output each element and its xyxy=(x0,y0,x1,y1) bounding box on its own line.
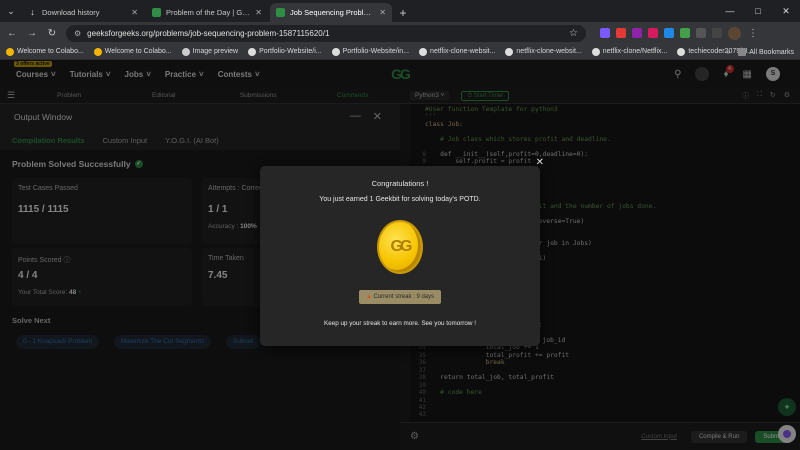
bookmark-item[interactable]: netflix-clone-websit... xyxy=(505,47,582,56)
profile-avatar[interactable] xyxy=(728,26,741,40)
gfg-coin-logo: GG xyxy=(390,238,413,255)
tab-download-history[interactable]: ↓ Download history ✕ xyxy=(22,3,144,22)
maximize-icon[interactable]: □ xyxy=(744,0,772,22)
close-icon[interactable]: ✕ xyxy=(536,157,544,168)
all-bookmarks-label: All Bookmarks xyxy=(749,48,794,56)
colab-icon xyxy=(93,47,102,56)
bookmark-item[interactable]: Welcome to Colabo... xyxy=(93,47,172,56)
site-info-icon[interactable]: ⚙ xyxy=(74,29,81,38)
back-icon[interactable]: ← xyxy=(6,28,18,39)
bookmark-item[interactable]: netflix-clone/Netflix... xyxy=(591,47,668,56)
tab-potd[interactable]: Problem of the Day | GeeksforG ✕ xyxy=(146,3,268,22)
bookmark-label: Welcome to Colabo... xyxy=(17,48,84,55)
bookmark-label: netflix-clone/Netflix... xyxy=(602,48,668,55)
tab-label: Problem of the Day | GeeksforG xyxy=(166,8,251,17)
github-icon xyxy=(505,47,514,56)
extension-icon[interactable] xyxy=(648,28,658,38)
extension-icon[interactable] xyxy=(680,28,690,38)
colab-icon xyxy=(6,47,14,56)
github-icon xyxy=(677,47,686,56)
close-icon[interactable]: ✕ xyxy=(255,8,262,17)
bookmark-item[interactable]: netflix-clone-websit... xyxy=(419,47,496,56)
tab-search-icon[interactable]: ⌄ xyxy=(0,0,22,22)
close-window-icon[interactable]: ✕ xyxy=(772,0,800,22)
url-field[interactable]: ⚙ geeksforgeeks.org/problems/job-sequenc… xyxy=(66,24,586,42)
download-icon[interactable] xyxy=(712,28,722,38)
gfg-favicon-icon xyxy=(152,8,161,17)
modal-message: You just earned 1 Geekbit for solving to… xyxy=(319,196,481,203)
reload-icon[interactable]: ↻ xyxy=(46,28,58,39)
bookmark-label: Portfolio-Website/i... xyxy=(259,48,322,55)
folder-icon xyxy=(738,48,747,56)
browser-tab-bar: ⌄ ↓ Download history ✕ Problem of the Da… xyxy=(0,0,800,22)
github-icon xyxy=(248,47,257,56)
forward-icon[interactable]: → xyxy=(26,28,38,39)
bookmark-item[interactable]: Portfolio-Website/i... xyxy=(248,47,322,56)
bookmark-star-icon[interactable]: ☆ xyxy=(569,28,578,39)
bookmark-label: Portfolio-Website/in... xyxy=(342,48,410,55)
streak-badge: ▲ Current streak : 9 days xyxy=(359,290,441,304)
bookmark-label: Image preview xyxy=(192,48,239,55)
fire-icon: ▲ xyxy=(365,294,372,300)
geekbit-coin-icon: GG xyxy=(377,220,423,274)
minimize-icon[interactable]: — xyxy=(716,0,744,22)
address-bar: ← → ↻ ⚙ geeksforgeeks.org/problems/job-s… xyxy=(0,22,800,44)
tab-label: Download history xyxy=(42,8,100,17)
extension-icon[interactable] xyxy=(600,28,610,38)
window-controls: — □ ✕ xyxy=(716,0,800,22)
all-bookmarks[interactable]: All Bookmarks xyxy=(738,48,794,56)
bookmark-item[interactable]: Portfolio-Website/in... xyxy=(331,47,410,56)
new-tab-button[interactable]: + xyxy=(394,3,412,22)
tab-job-sequencing[interactable]: Job Sequencing Problem | Pract ✕ xyxy=(270,3,392,22)
github-icon xyxy=(331,47,340,56)
github-icon xyxy=(591,47,600,56)
streak-text: Current streak : 9 days xyxy=(373,294,435,300)
tab-label: Job Sequencing Problem | Pract xyxy=(290,8,374,17)
bookmark-label: Welcome to Colabo... xyxy=(104,48,172,55)
kebab-menu-icon[interactable]: ⋮ xyxy=(747,28,759,39)
extensions: ⋮ xyxy=(600,26,759,40)
puzzle-icon[interactable] xyxy=(696,28,706,38)
bookmarks-bar: Welcome to Colabo... Welcome to Colabo..… xyxy=(0,44,800,60)
close-icon[interactable]: ✕ xyxy=(379,8,386,17)
bookmark-item[interactable]: Welcome to Colabo... xyxy=(6,47,84,56)
gfg-favicon-icon xyxy=(276,8,285,17)
screen: ⌄ ↓ Download history ✕ Problem of the Da… xyxy=(0,0,800,450)
modal-title: Congratulations ! xyxy=(371,179,429,188)
extension-icon[interactable] xyxy=(632,28,642,38)
close-icon[interactable]: ✕ xyxy=(131,8,138,17)
modal-footer: Keep up your streak to earn more. See yo… xyxy=(324,320,476,327)
chevron-right-icon[interactable]: » xyxy=(726,49,730,56)
url-text: geeksforgeeks.org/problems/job-sequencin… xyxy=(87,28,330,38)
potd-congrats-modal: ✕ Congratulations ! You just earned 1 Ge… xyxy=(260,157,544,346)
globe-icon xyxy=(181,47,190,56)
download-icon: ↓ xyxy=(30,7,35,17)
github-icon xyxy=(419,47,428,56)
bookmarks-overflow: » All Bookmarks xyxy=(726,44,794,60)
extension-icon[interactable] xyxy=(616,28,626,38)
bookmark-label: netflix-clone-websit... xyxy=(430,48,496,55)
bookmark-label: netflix-clone-websit... xyxy=(516,48,582,55)
bookmark-item[interactable]: Image preview xyxy=(181,47,239,56)
extension-icon[interactable] xyxy=(664,28,674,38)
